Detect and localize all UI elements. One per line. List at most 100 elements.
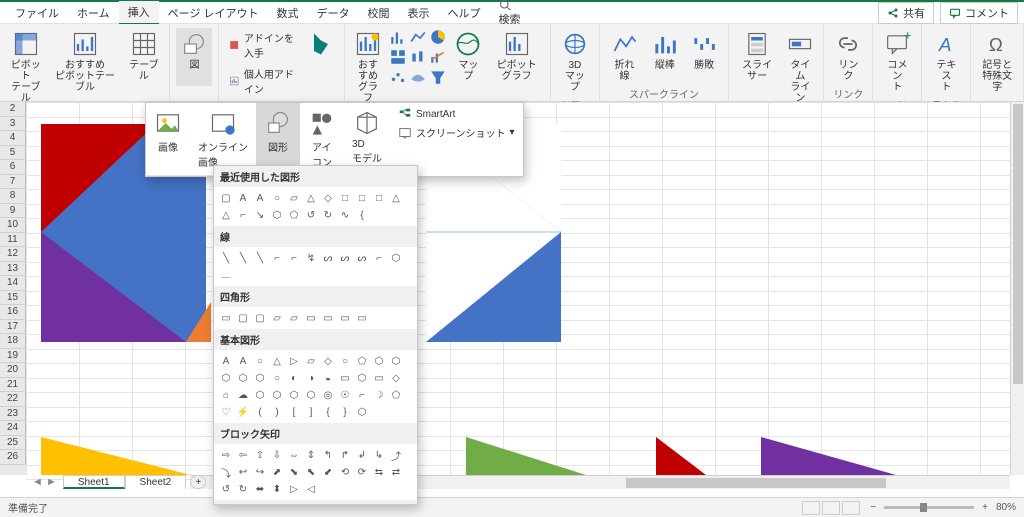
shape-item[interactable]: A [235, 190, 251, 206]
shape-item[interactable]: ◎ [320, 387, 336, 403]
shape-item[interactable]: ♡ [218, 404, 234, 420]
bing-maps-button[interactable] [304, 28, 338, 98]
shape-item[interactable]: ↳ [371, 447, 387, 463]
shape-item[interactable]: ▷ [286, 353, 302, 369]
shape-item[interactable]: ↩ [235, 464, 251, 480]
view-pagebreak-button[interactable] [842, 501, 860, 515]
share-button[interactable]: 共有 [878, 2, 934, 24]
shape-item[interactable]: ▱ [303, 353, 319, 369]
shape-item[interactable]: ⌐ [286, 250, 302, 266]
row-header[interactable]: 3 [0, 117, 26, 132]
screenshot-button[interactable]: スクリーンショット ▾ [398, 125, 515, 140]
shape-item[interactable]: ⇄ [388, 464, 404, 480]
scatter-chart-icon[interactable] [389, 68, 407, 86]
shape-item[interactable]: ↻ [320, 207, 336, 223]
row-header[interactable]: 5 [0, 146, 26, 161]
zoom-slider[interactable] [884, 506, 974, 509]
shape-item[interactable]: □ [337, 190, 353, 206]
shape-item[interactable]: ⬊ [286, 464, 302, 480]
shape-item[interactable]: ⬡ [388, 353, 404, 369]
shape-item[interactable]: ◑ [303, 370, 319, 386]
tab-nav[interactable]: ◄ ► [26, 476, 63, 488]
shape-item[interactable]: ↘ [252, 207, 268, 223]
new-comment-button[interactable]: + コメント [879, 28, 915, 95]
shape-item[interactable]: { [354, 207, 370, 223]
shape-item[interactable]: ╲ [218, 250, 234, 266]
shape-item[interactable]: ⤴ [388, 447, 404, 463]
illustrations-button[interactable]: 図 [176, 28, 212, 86]
shape-item[interactable]: ⇨ [218, 447, 234, 463]
shape-item[interactable]: △ [218, 207, 234, 223]
shape-item[interactable]: ] [303, 404, 319, 420]
row-header[interactable]: 2 [0, 102, 26, 117]
shape-item[interactable]: ▭ [371, 370, 387, 386]
shape-item[interactable]: A [235, 353, 251, 369]
map-chart-button[interactable]: マップ [451, 28, 485, 106]
menu-insert[interactable]: 挿入 [119, 1, 159, 25]
row-header[interactable]: 26 [0, 450, 26, 465]
shape-item[interactable]: ▭ [320, 310, 336, 326]
shape-item[interactable]: ○ [269, 370, 285, 386]
shape-item[interactable]: ⇦ [235, 447, 251, 463]
shape-item[interactable]: ⬡ [235, 370, 251, 386]
menu-data[interactable]: データ [308, 2, 359, 24]
row-header[interactable]: 8 [0, 189, 26, 204]
row-header[interactable]: 24 [0, 421, 26, 436]
shape-item[interactable]: ▢ [235, 310, 251, 326]
my-addins-button[interactable]: 個人用アドイン [225, 64, 299, 98]
recommended-charts-button[interactable]: おすすめグラフ [351, 28, 386, 106]
shape-item[interactable]: ⇕ [303, 447, 319, 463]
row-header[interactable]: 16 [0, 305, 26, 320]
shape-item[interactable]: ○ [252, 353, 268, 369]
picture-button[interactable]: 画像 [146, 103, 190, 175]
row-header[interactable]: 21 [0, 378, 26, 393]
shape-item[interactable]: ⌐ [269, 250, 285, 266]
menu-pagelayout[interactable]: ページ レイアウト [159, 2, 268, 24]
shape-item[interactable]: ⇆ [371, 464, 387, 480]
shape-item[interactable]: [ [286, 404, 302, 420]
shape-item[interactable]: ⇩ [269, 447, 285, 463]
pivotchart-button[interactable]: ピボットグラフ [489, 28, 544, 106]
shape-item[interactable]: ⌐ [354, 387, 370, 403]
funnel-chart-icon[interactable] [429, 68, 447, 86]
shape-item[interactable]: ⬡ [354, 370, 370, 386]
tab-sheet1[interactable]: Sheet1 [63, 475, 125, 489]
shape-item[interactable]: ⬈ [269, 464, 285, 480]
shape-item[interactable]: ⬉ [303, 464, 319, 480]
shape-item[interactable]: ▭ [303, 310, 319, 326]
pie-chart-icon[interactable] [429, 28, 447, 46]
shape-item[interactable]: ⬡ [269, 207, 285, 223]
shape-item[interactable]: ᔕ [337, 250, 353, 266]
shape-item[interactable]: ☽ [371, 387, 387, 403]
3dmap-button[interactable]: 3Dマップ [557, 28, 593, 95]
combo-chart-icon[interactable] [429, 48, 447, 66]
menu-formulas[interactable]: 数式 [268, 2, 308, 24]
shape-item[interactable]: A [252, 190, 268, 206]
shape-item[interactable]: ⬠ [354, 353, 370, 369]
shape-item[interactable]: ( [252, 404, 268, 420]
zoom-level[interactable]: 80% [996, 502, 1016, 513]
shape-item[interactable]: ⌐ [235, 207, 251, 223]
shape-item[interactable]: ⚡ [235, 404, 251, 420]
comment-button[interactable]: コメント [940, 2, 1018, 24]
link-button[interactable]: リンク [830, 28, 866, 84]
shape-item[interactable]: ⌂ [218, 387, 234, 403]
shape-item[interactable]: ☉ [337, 387, 353, 403]
shape-item[interactable]: ▭ [354, 310, 370, 326]
row-header[interactable]: 6 [0, 160, 26, 175]
shape-item[interactable]: ⬡ [286, 387, 302, 403]
shape-item[interactable]: ⬠ [286, 207, 302, 223]
shape-item[interactable]: ▭ [218, 310, 234, 326]
shape-item[interactable]: ⬡ [269, 387, 285, 403]
row-header[interactable]: 25 [0, 436, 26, 451]
shape-item[interactable]: △ [269, 353, 285, 369]
shape-item[interactable]: ↱ [337, 447, 353, 463]
row-header[interactable]: 4 [0, 131, 26, 146]
shape-item[interactable]: ᔕ [320, 250, 336, 266]
shape-item[interactable]: ᔕ [354, 250, 370, 266]
row-header[interactable]: 11 [0, 233, 26, 248]
shape-item[interactable]: ▭ [337, 370, 353, 386]
row-header[interactable]: 18 [0, 334, 26, 349]
shape-item[interactable]: { [320, 404, 336, 420]
slicer-button[interactable]: スライサー [735, 28, 780, 106]
